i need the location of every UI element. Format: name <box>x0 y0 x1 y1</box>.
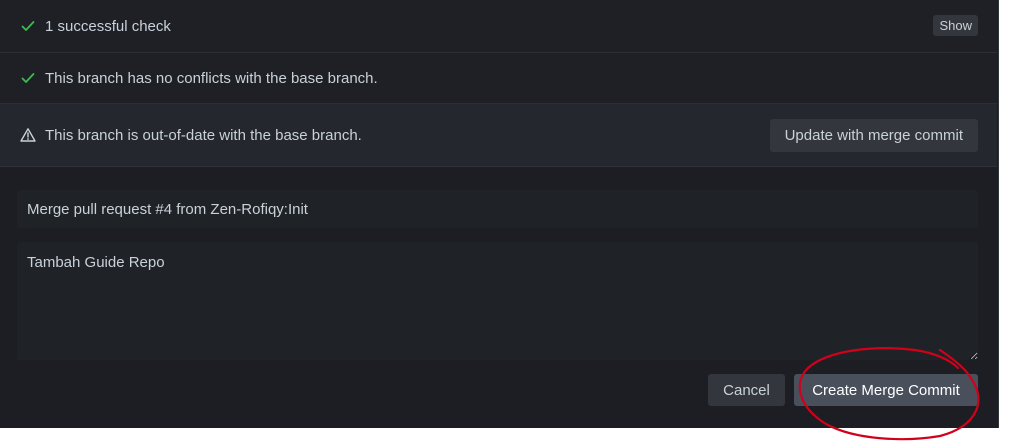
cancel-button[interactable]: Cancel <box>708 374 785 406</box>
check-icon <box>19 69 37 87</box>
alert-icon <box>19 126 37 144</box>
checks-status-text: 1 successful check <box>45 17 171 35</box>
check-icon <box>19 17 37 35</box>
show-checks-button[interactable]: Show <box>933 15 978 36</box>
conflicts-row: This branch has no conflicts with the ba… <box>0 53 997 104</box>
out-of-date-row: This branch is out-of-date with the base… <box>0 104 997 167</box>
conflicts-status-text: This branch has no conflicts with the ba… <box>45 69 378 87</box>
commit-body-textarea[interactable]: Tambah Guide Repo <box>17 242 978 360</box>
checks-row: 1 successful check Show <box>0 0 997 53</box>
out-of-date-text: This branch is out-of-date with the base… <box>45 126 362 144</box>
commit-title-input[interactable] <box>17 190 978 228</box>
merge-panel: 1 successful check Show This branch has … <box>0 0 999 428</box>
create-merge-commit-button[interactable]: Create Merge Commit <box>794 374 978 406</box>
update-with-merge-commit-button[interactable]: Update with merge commit <box>769 119 978 152</box>
